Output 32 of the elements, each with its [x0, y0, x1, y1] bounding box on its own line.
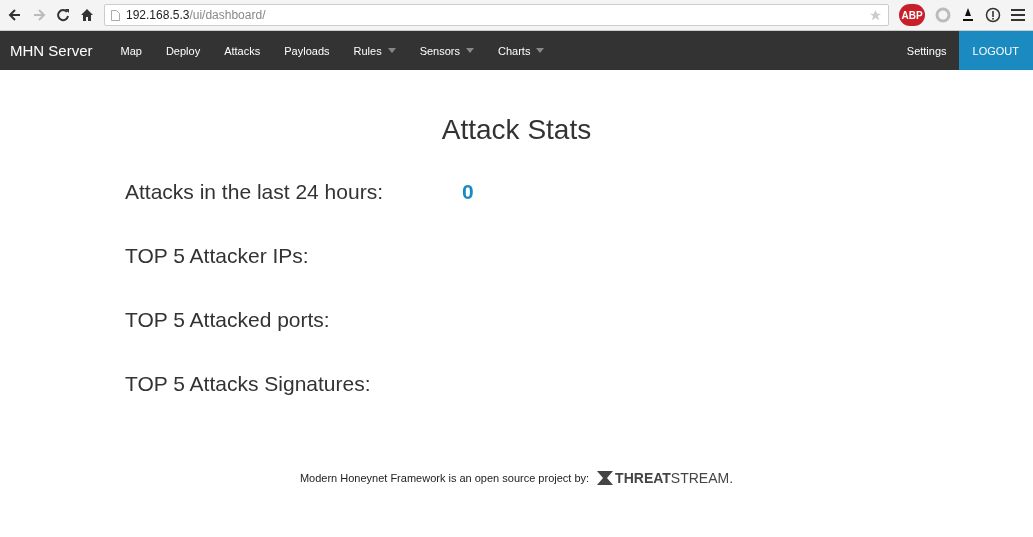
page-title: Attack Stats	[440, 114, 593, 146]
caret-icon	[536, 48, 545, 53]
address-bar[interactable]: 192.168.5.3/ui/dashboard/	[104, 4, 889, 26]
nav-link[interactable]: Settings	[894, 31, 959, 70]
nav-link[interactable]: Charts	[486, 31, 557, 70]
caret-icon	[387, 48, 396, 53]
stat-label: TOP 5 Attacks Signatures:	[125, 372, 372, 396]
nav-link[interactable]: Deploy	[153, 31, 213, 70]
nav-link[interactable]: Payloads	[272, 31, 342, 70]
stat-value: 0	[462, 180, 474, 204]
footer-text: Modern Honeynet Framework is an open source project by:	[299, 472, 590, 484]
company-logo-text: THREATSTREAM.	[615, 470, 734, 486]
nav-link[interactable]: Rules	[341, 31, 408, 70]
hourglass-icon	[597, 471, 614, 485]
url-text: 192.168.5.3/ui/dashboard/	[126, 8, 266, 22]
home-icon[interactable]	[80, 8, 94, 22]
nav-link[interactable]: Sensors	[407, 31, 486, 70]
nav-link[interactable]: Attacks	[212, 31, 273, 70]
stat-label: TOP 5 Attacker IPs:	[125, 244, 310, 268]
back-arrow-icon[interactable]	[8, 8, 22, 22]
brand-link[interactable]: MHN Server	[0, 31, 109, 70]
page-icon	[111, 9, 120, 21]
info-icon[interactable]	[985, 7, 1001, 23]
menu-icon[interactable]	[1011, 9, 1025, 21]
stat-label: Attacks in the last 24 hours:	[125, 180, 384, 204]
star-icon[interactable]	[869, 8, 882, 22]
extension-badge[interactable]: ABP	[899, 4, 925, 26]
caret-icon	[466, 48, 474, 53]
logout-button[interactable]: LOGOUT	[958, 31, 1033, 70]
reload-icon[interactable]	[56, 8, 70, 22]
stat-label: TOP 5 Attacked ports:	[125, 308, 331, 332]
nav-link[interactable]: Map	[108, 31, 154, 70]
